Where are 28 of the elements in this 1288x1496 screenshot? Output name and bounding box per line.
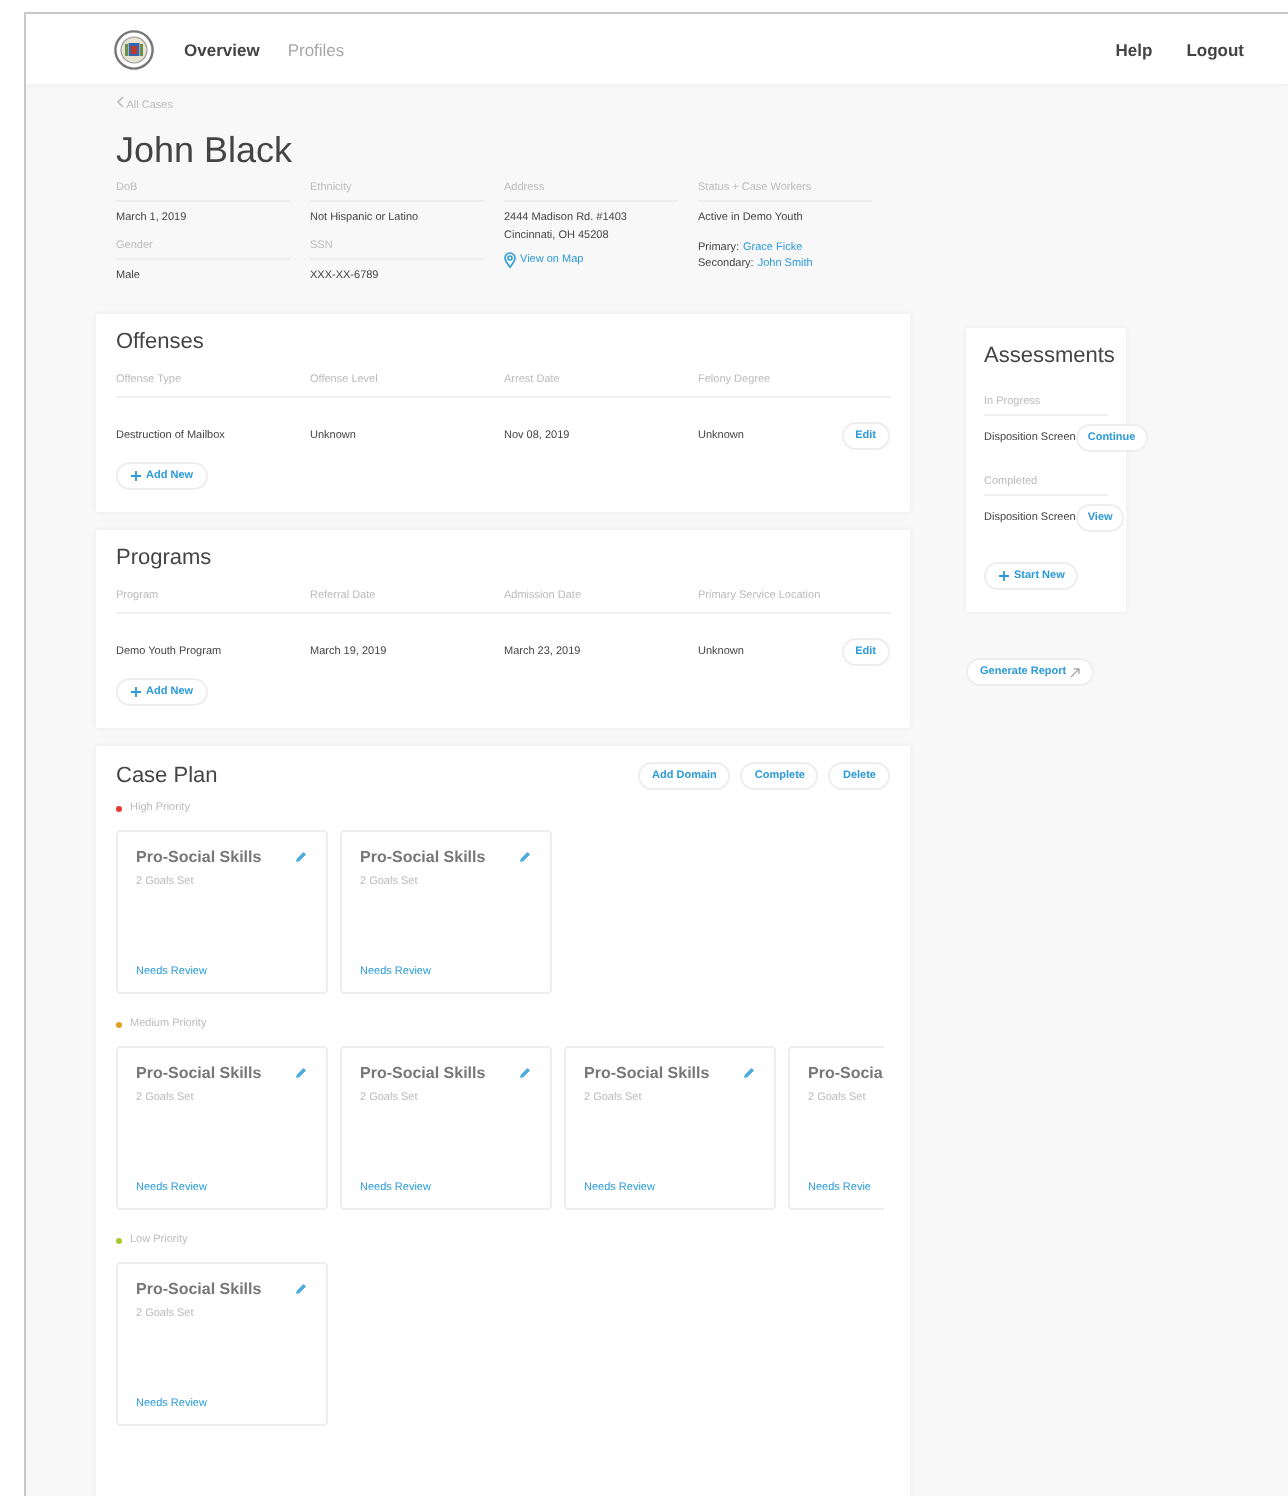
chevron-left-icon (116, 96, 124, 108)
pencil-icon (294, 1066, 308, 1080)
nav-tab[interactable]: Overview (184, 39, 260, 59)
plus-icon (130, 686, 142, 698)
pencil-icon (518, 850, 532, 864)
domain-title: Pro-Social Skills (360, 1064, 486, 1082)
plus-icon (998, 570, 1010, 582)
domain-title: Pro-Social Skills (136, 1064, 262, 1082)
pencil-icon (294, 1282, 308, 1296)
section-title: Programs (116, 546, 214, 570)
domain-title: Pro-Social Skills (136, 1280, 262, 1298)
nav-tab[interactable]: Profiles (287, 39, 345, 59)
nav-link[interactable]: Help (1115, 39, 1153, 59)
external-link-icon (1070, 667, 1081, 677)
seal-logo (114, 29, 154, 69)
section-title: Case Plan (116, 764, 218, 788)
domain-title: Pro-Social Skills (136, 848, 262, 866)
pencil-icon (294, 850, 308, 864)
domain-title: Pro-Social Skills (584, 1064, 710, 1082)
plus-icon (130, 470, 142, 482)
pencil-icon (518, 1066, 532, 1080)
person-name: John Black (116, 130, 295, 172)
nav-link[interactable]: Logout (1186, 39, 1244, 59)
pencil-icon (742, 1066, 756, 1080)
domain-title: Pro-Social Skills (360, 848, 486, 866)
map-pin-icon (504, 252, 516, 268)
domain-title: Pro-Socia (808, 1064, 883, 1082)
section-title: Offenses (116, 330, 206, 354)
